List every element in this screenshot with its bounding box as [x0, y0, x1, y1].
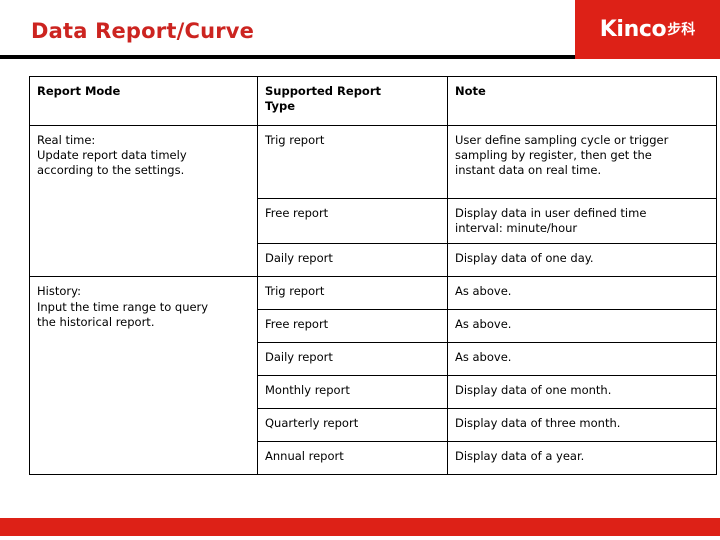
table-header-row: Report Mode Supported Report Type Note [29, 76, 717, 126]
column-header-supported-report-type: Supported Report Type [257, 76, 448, 126]
report-type-cell: Quarterly report [257, 408, 448, 443]
report-mode-line-2: Update report data timely [37, 148, 187, 163]
report-note-cell: Display data of a year. [447, 441, 717, 476]
report-type-cell: Monthly report [257, 375, 448, 410]
logo-wordmark-chinese: 步科 [667, 21, 696, 38]
page-title: Data Report/Curve [31, 19, 255, 43]
report-type-cell: Trig report [257, 125, 448, 199]
report-note-cell: Display data of one day. [447, 243, 717, 278]
logo-wordmark: Kinco [599, 16, 667, 42]
report-mode-history-cell: History: Input the time range to query t… [29, 276, 258, 476]
report-mode-realtime-cell: Real time: Update report data timely acc… [29, 124, 258, 278]
report-note-cell: Display data of three month. [447, 408, 717, 443]
report-mode-line-3: according to the settings. [37, 163, 185, 178]
report-note-cell: As above. [447, 276, 717, 311]
table-row: History: Input the time range to query t… [29, 276, 717, 476]
report-note-cell: Display data of one month. [447, 375, 717, 410]
report-type-cell: Daily report [257, 342, 448, 377]
note-line-2: sampling by register, then get the [455, 148, 652, 163]
kinco-logo: Kinco 步科 [575, 0, 720, 59]
report-note-cell: As above. [447, 309, 717, 344]
report-mode-table: Report Mode Supported Report Type Note R… [29, 76, 717, 476]
report-type-cell: Free report [257, 309, 448, 344]
column-header-note: Note [447, 76, 717, 126]
report-type-cell: Annual report [257, 441, 448, 476]
report-mode-line-1: Real time: [37, 133, 96, 147]
note-line-1: Display data in user defined time [455, 206, 647, 220]
report-note-cell: User define sampling cycle or trigger sa… [447, 125, 717, 199]
slide-header: Data Report/Curve Kinco 步科 [0, 0, 720, 60]
report-note-cell: Display data in user defined time interv… [447, 197, 717, 245]
note-line-3: instant data on real time. [455, 163, 602, 178]
column-header-line-2: Type [265, 99, 296, 114]
footer-bar [0, 518, 720, 536]
report-type-cell: Free report [257, 197, 448, 245]
column-header-line-1: Supported Report [265, 84, 381, 98]
report-note-cell: As above. [447, 342, 717, 377]
report-type-cell: Daily report [257, 243, 448, 278]
report-mode-line-3: the historical report. [37, 314, 155, 329]
report-mode-line-2: Input the time range to query [37, 299, 209, 314]
note-line-2: interval: minute/hour [455, 221, 578, 236]
report-type-cell: Trig report [257, 276, 448, 311]
header-divider-rule [0, 55, 600, 59]
column-header-report-mode: Report Mode [29, 76, 258, 126]
note-line-1: User define sampling cycle or trigger [455, 133, 669, 147]
table-row: Real time: Update report data timely acc… [29, 124, 717, 278]
report-mode-line-1: History: [37, 284, 81, 299]
